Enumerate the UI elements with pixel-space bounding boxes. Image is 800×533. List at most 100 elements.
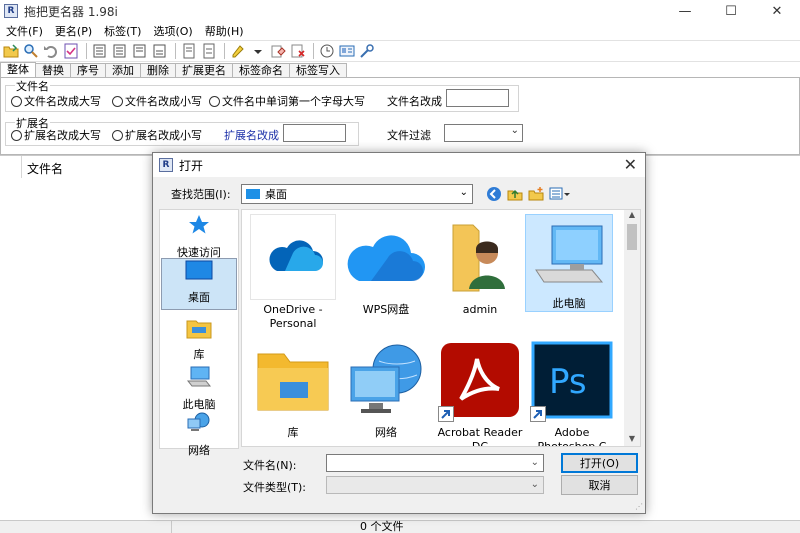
resize-grip-icon[interactable]: ⋰ xyxy=(635,502,643,511)
open-button[interactable]: 打开(O) xyxy=(561,453,638,473)
highlight-icon[interactable] xyxy=(229,42,247,60)
column-header-filename[interactable]: 文件名 xyxy=(27,160,63,177)
ext-lowercase-radio[interactable]: 扩展名改成小写 xyxy=(112,127,202,143)
file-view[interactable]: OneDrive - Personal WPS网盘 admin 此电脑 库 网络… xyxy=(241,209,641,447)
svg-text:Ps: Ps xyxy=(549,362,587,402)
minimize-button[interactable]: — xyxy=(662,0,708,22)
tab-tag-naming[interactable]: 标签命名 xyxy=(232,63,290,78)
radio-label: 扩展名改成大写 xyxy=(24,129,101,142)
menu-help[interactable]: 帮助(H) xyxy=(199,23,250,39)
tab-replace[interactable]: 替换 xyxy=(35,63,71,78)
radio-circle[interactable] xyxy=(11,95,22,107)
dialog-close-button[interactable]: ✕ xyxy=(624,155,637,174)
place-quick-access[interactable]: 快速访问 xyxy=(161,212,237,264)
radio-label: 文件名中单词第一个字母大写 xyxy=(222,95,365,108)
place-library[interactable]: 库 xyxy=(161,314,237,366)
file-item[interactable]: Acrobat Reader DC xyxy=(436,337,524,447)
title-bar: R 拖把更名器 1.98i — ☐ ✕ xyxy=(0,0,800,22)
close-button[interactable]: ✕ xyxy=(754,0,800,22)
document-list-icon[interactable] xyxy=(200,42,218,60)
tab-add[interactable]: 添加 xyxy=(105,63,141,78)
radio-circle[interactable] xyxy=(11,129,22,141)
document-icon[interactable] xyxy=(180,42,198,60)
file-name: 此电脑 xyxy=(552,297,586,310)
file-item[interactable]: 网络 xyxy=(342,337,430,440)
filetype-label: 文件类型(T): xyxy=(243,481,307,494)
filename-lowercase-radio[interactable]: 文件名改成小写 xyxy=(112,93,202,109)
new-folder-icon[interactable] xyxy=(527,185,545,203)
file-item-selected[interactable]: 此电脑 xyxy=(525,214,613,312)
list-top-icon[interactable] xyxy=(131,42,149,60)
ext-uppercase-radio[interactable]: 扩展名改成大写 xyxy=(11,127,101,143)
radio-circle[interactable] xyxy=(112,95,123,107)
menu-file[interactable]: 文件(F) xyxy=(0,23,49,39)
file-item[interactable]: Ps Adobe Photoshop C xyxy=(528,337,616,446)
options-panel: 文件名 文件名改成大写 文件名改成小写 文件名中单词第一个字母大写 文件名改成 … xyxy=(0,77,800,155)
tab-overall[interactable]: 整体 xyxy=(0,62,36,78)
place-desktop[interactable]: 桌面 xyxy=(161,258,237,310)
chevron-down-icon[interactable]: ⌄ xyxy=(531,479,539,490)
filename-rename-input[interactable] xyxy=(446,89,509,107)
place-this-pc[interactable]: 此电脑 xyxy=(161,364,237,416)
chevron-down-icon[interactable]: ⌄ xyxy=(531,457,539,468)
up-folder-icon[interactable] xyxy=(506,185,524,203)
radio-label: 扩展名改成小写 xyxy=(125,129,202,142)
filetype-combobox[interactable]: ⌄ xyxy=(326,476,544,494)
file-name: 库 xyxy=(287,426,299,439)
file-name: Acrobat Reader DC xyxy=(437,426,523,447)
scrollbar-thumb[interactable] xyxy=(627,224,637,250)
file-view-scrollbar[interactable]: ▲ ▼ xyxy=(624,210,640,446)
scroll-down-icon[interactable]: ▼ xyxy=(624,434,640,446)
list-up-icon[interactable] xyxy=(91,42,109,60)
filename-group-title: 文件名 xyxy=(15,78,50,94)
search-icon[interactable] xyxy=(22,42,40,60)
tab-tag-write[interactable]: 标签写入 xyxy=(289,63,347,78)
toolbar-separator xyxy=(175,43,176,59)
eraser-icon[interactable] xyxy=(269,42,287,60)
shortcut-arrow-icon xyxy=(530,406,546,422)
scroll-up-icon[interactable]: ▲ xyxy=(624,210,640,222)
chevron-down-icon[interactable] xyxy=(249,42,267,60)
menu-tag[interactable]: 标签(T) xyxy=(98,23,147,39)
open-folder-icon[interactable] xyxy=(2,42,20,60)
clock-icon[interactable] xyxy=(318,42,336,60)
delete-document-icon[interactable] xyxy=(289,42,307,60)
file-item[interactable]: 库 xyxy=(249,337,337,440)
chevron-down-icon[interactable]: ⌄ xyxy=(511,125,519,136)
check-icon[interactable] xyxy=(62,42,80,60)
list-down-icon[interactable] xyxy=(111,42,129,60)
filename-rename-label: 文件名改成 xyxy=(387,95,442,108)
place-network[interactable]: 网络 xyxy=(161,411,237,462)
file-item[interactable]: WPS网盘 xyxy=(342,214,430,317)
network-icon xyxy=(186,411,212,438)
back-icon[interactable] xyxy=(485,185,503,203)
radio-circle[interactable] xyxy=(112,129,123,141)
filename-combobox[interactable]: ⌄ xyxy=(326,454,544,472)
tab-delete[interactable]: 删除 xyxy=(140,63,176,78)
id-card-icon[interactable] xyxy=(338,42,356,60)
tab-extension-rename[interactable]: 扩展更名 xyxy=(175,63,233,78)
radio-circle[interactable] xyxy=(209,95,220,107)
tab-sequence[interactable]: 序号 xyxy=(70,63,106,78)
menu-options[interactable]: 选项(O) xyxy=(147,23,198,39)
file-item[interactable]: OneDrive - Personal xyxy=(249,214,337,331)
toolbar-separator xyxy=(86,43,87,59)
ext-rename-input[interactable] xyxy=(283,124,346,142)
tools-icon[interactable] xyxy=(358,42,376,60)
list-bottom-icon[interactable] xyxy=(151,42,169,60)
filename-uppercase-radio[interactable]: 文件名改成大写 xyxy=(11,93,101,109)
file-item[interactable]: admin xyxy=(436,214,524,317)
radio-label: 文件名改成大写 xyxy=(24,95,101,108)
cancel-button[interactable]: 取消 xyxy=(561,475,638,495)
filter-label: 文件过滤 xyxy=(387,129,431,142)
filter-combobox[interactable]: ⌄ xyxy=(444,124,523,142)
file-name: WPS网盘 xyxy=(362,303,410,316)
maximize-button[interactable]: ☐ xyxy=(708,0,754,22)
menu-rename[interactable]: 更名(P) xyxy=(49,23,98,39)
app-icon: R xyxy=(4,4,18,18)
look-in-combobox[interactable]: 桌面 ⌄ xyxy=(241,184,473,204)
filename-capitalize-radio[interactable]: 文件名中单词第一个字母大写 xyxy=(209,93,365,109)
view-menu-icon[interactable] xyxy=(548,185,572,203)
chevron-down-icon[interactable]: ⌄ xyxy=(460,187,468,198)
undo-icon[interactable] xyxy=(42,42,60,60)
